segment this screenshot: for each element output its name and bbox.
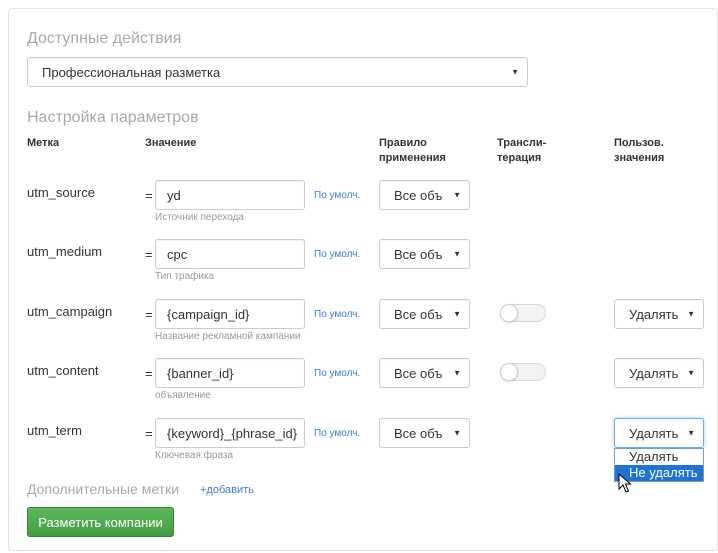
user-value-select[interactable]: Удалять ▼ [614,358,704,388]
toggle-knob [500,363,518,381]
default-link[interactable]: По умолч. [314,428,360,439]
user-value-select-value: Удалять [629,365,679,381]
user-value-select[interactable]: Удалять ▼ [614,418,704,448]
mouse-cursor-icon [618,473,632,493]
extra-tags-title: Дополнительные метки [27,481,180,497]
value-input[interactable]: cpc [155,239,305,269]
equals-sign: = [145,366,153,381]
mark-campaigns-button[interactable]: Разметить компании [27,507,174,537]
add-tag-link[interactable]: +добавить [200,484,254,496]
row-label: utm_campaign [27,304,113,319]
chevron-down-icon: ▼ [687,368,695,378]
header-value: Значение [145,137,197,149]
actions-select[interactable]: Профессиональная разметка ▼ [27,57,528,87]
row-label: utm_content [27,363,99,378]
value-input[interactable]: {campaign_id} [155,299,305,329]
equals-sign: = [145,247,153,262]
equals-sign: = [145,307,153,322]
rule-select[interactable]: Все объ ▼ [379,358,470,388]
user-value-select-value: Удалять [629,306,679,322]
chevron-down-icon: ▼ [453,368,461,378]
available-actions-title: Доступные действия [27,30,182,47]
actions-select-value: Профессиональная разметка [42,64,221,80]
translit-toggle[interactable] [500,363,546,381]
user-value-select-value: Удалять [629,425,679,441]
default-link[interactable]: По умолч. [314,190,360,201]
default-link[interactable]: По умолч. [314,368,360,379]
value-hint: Источник перехода [155,212,244,223]
rule-select[interactable]: Все объ ▼ [379,299,470,329]
value-input[interactable]: {banner_id} [155,358,305,388]
value-hint: Ключевая фраза [155,450,234,461]
chevron-down-icon: ▼ [453,428,461,438]
rule-select-value: Все объ [394,365,443,381]
value-hint: Название рекламной кампании [155,331,301,342]
params-title: Настройка параметров [27,109,199,126]
value-input[interactable]: {keyword}_{phrase_id} [155,418,305,448]
rule-select-value: Все объ [394,306,443,322]
user-value-select[interactable]: Удалять ▼ [614,299,704,329]
chevron-down-icon: ▼ [453,309,461,319]
chevron-down-icon: ▼ [453,190,461,200]
rule-select[interactable]: Все объ ▼ [379,180,470,210]
chevron-down-icon: ▼ [687,309,695,319]
settings-panel [8,8,718,551]
equals-sign: = [145,426,153,441]
equals-sign: = [145,188,153,203]
rule-select-value: Все объ [394,425,443,441]
value-hint: Тип трафика [155,271,215,282]
dropdown-option[interactable]: Удалять [615,449,703,465]
toggle-knob [500,304,518,322]
row-label: utm_term [27,423,82,438]
header-user-values: Пользов. значения [614,137,665,164]
rule-select[interactable]: Все объ ▼ [379,418,470,448]
rule-select-value: Все объ [394,187,443,203]
chevron-down-icon: ▼ [687,428,695,438]
value-hint: объявление [155,390,211,401]
header-rule: Правило применения [379,137,446,164]
row-label: utm_medium [27,244,103,259]
rule-select[interactable]: Все объ ▼ [379,239,470,269]
rule-select-value: Все объ [394,246,443,262]
header-label: Метка [27,137,60,149]
header-translit: Трансли-терация [497,137,547,164]
translit-toggle[interactable] [500,304,546,322]
default-link[interactable]: По умолч. [314,249,360,260]
chevron-down-icon: ▼ [453,249,461,259]
value-input[interactable]: yd [155,180,305,210]
chevron-down-icon: ▼ [511,67,519,77]
row-label: utm_source [27,185,95,200]
default-link[interactable]: По умолч. [314,309,360,320]
